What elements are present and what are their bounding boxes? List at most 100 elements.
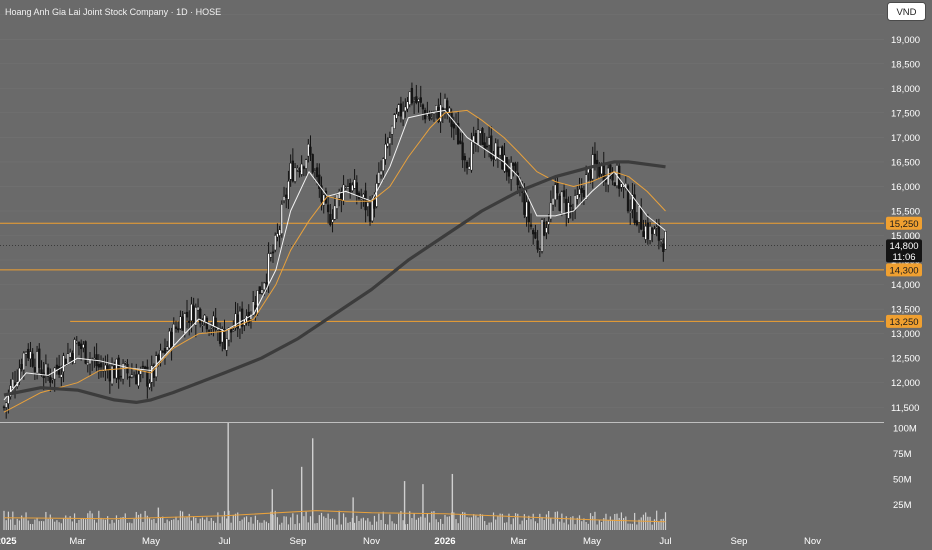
candle-body (556, 182, 559, 194)
volume-bar (589, 513, 592, 530)
candle-body (108, 370, 111, 382)
candle-body (421, 104, 425, 110)
volume-bar (118, 519, 120, 530)
volume-bar (488, 522, 490, 530)
volume-bar (574, 524, 576, 530)
volume-bar (609, 516, 611, 530)
candle-body (377, 172, 381, 184)
volume-bar (664, 512, 667, 530)
candle-body (177, 328, 180, 331)
volume-bar (459, 514, 462, 530)
candle-body (399, 103, 403, 117)
volume-bar (539, 513, 541, 530)
candle-body (382, 158, 385, 171)
candle-body (565, 198, 568, 215)
candle-body (395, 113, 398, 119)
candle-body (291, 160, 295, 182)
candle-body (648, 226, 652, 241)
volume-bar (115, 515, 118, 530)
volume-bar (455, 519, 457, 530)
time-tick-label: Mar (69, 536, 85, 547)
volume-bar (512, 518, 514, 530)
candle-body (412, 100, 416, 102)
candle-body (529, 224, 533, 227)
candle-body (302, 166, 306, 169)
candle-body (593, 153, 597, 164)
volume-bar (5, 520, 7, 530)
candle-body (203, 314, 206, 322)
volume-tick-label: 25M (893, 500, 912, 511)
candle-body (390, 125, 394, 135)
candle-body (86, 362, 89, 366)
candle-body (540, 219, 544, 252)
volume-bar (389, 514, 391, 530)
volume-bar (7, 511, 10, 530)
volume-bar (653, 519, 656, 530)
volume-bar (475, 515, 477, 530)
volume-bar (336, 524, 338, 530)
volume-bar (431, 511, 433, 530)
candle-body (225, 338, 228, 351)
candle-body (368, 203, 372, 222)
volume-bar (448, 516, 451, 530)
volume-bar (567, 524, 570, 530)
candle-body (646, 222, 650, 240)
volume-bar (10, 519, 12, 530)
volume-bar (303, 516, 305, 530)
candle-body (329, 213, 332, 226)
candle-body (558, 195, 561, 211)
volume-bar (620, 512, 622, 530)
candle-body (401, 110, 405, 121)
candle-body (35, 351, 39, 374)
candle-body (404, 106, 407, 112)
volume-bar (49, 514, 51, 530)
volume-bar (173, 519, 175, 530)
volume-bar (82, 518, 84, 530)
candle-body (470, 141, 473, 171)
price-tick-label: 17,000 (891, 133, 920, 144)
volume-bar (268, 523, 270, 530)
time-tick-label: 2026 (434, 536, 455, 547)
volume-bar (239, 520, 241, 530)
candle-body (326, 204, 330, 213)
candle-body (629, 211, 632, 214)
volume-bar (80, 518, 82, 530)
volume-bar (583, 518, 585, 530)
candle-body (62, 355, 65, 372)
candle-body (349, 182, 352, 194)
level-tag-label: 15,250 (889, 219, 918, 230)
volume-bar (446, 516, 448, 530)
volume-tick-label: 100M (893, 424, 917, 435)
stock-chart[interactable]: 11,50012,00012,50013,00013,50014,00014,5… (0, 0, 932, 550)
countdown-tag-label: 11:06 (892, 252, 915, 263)
volume-bar (417, 517, 420, 530)
volume-bar (422, 484, 424, 530)
price-tick-label: 15,500 (891, 207, 920, 218)
candle-body (598, 165, 601, 177)
volume-bar (510, 524, 512, 530)
candle-body (547, 221, 550, 225)
candle-body (331, 219, 334, 223)
volume-bar (327, 513, 329, 530)
volume-bar (367, 518, 369, 530)
volume-bar (84, 519, 87, 530)
candle-body (181, 316, 184, 331)
volume-bar (506, 522, 508, 530)
candle-body (201, 324, 204, 326)
volume-bar (607, 519, 609, 530)
currency-button[interactable]: VND (887, 2, 926, 21)
volume-bar (342, 513, 345, 530)
candle-body (170, 332, 173, 349)
volume-bar (111, 519, 113, 530)
candle-body (18, 367, 21, 382)
candle-body (313, 170, 317, 172)
candle-body (406, 101, 409, 110)
volume-bar (490, 522, 492, 530)
volume-bar (296, 514, 298, 530)
time-tick-label: Nov (363, 536, 380, 547)
candle-body (388, 137, 392, 145)
volume-bar (142, 521, 144, 530)
candle-body (276, 233, 279, 238)
volume-bar (578, 515, 581, 530)
volume-bar (230, 522, 232, 530)
